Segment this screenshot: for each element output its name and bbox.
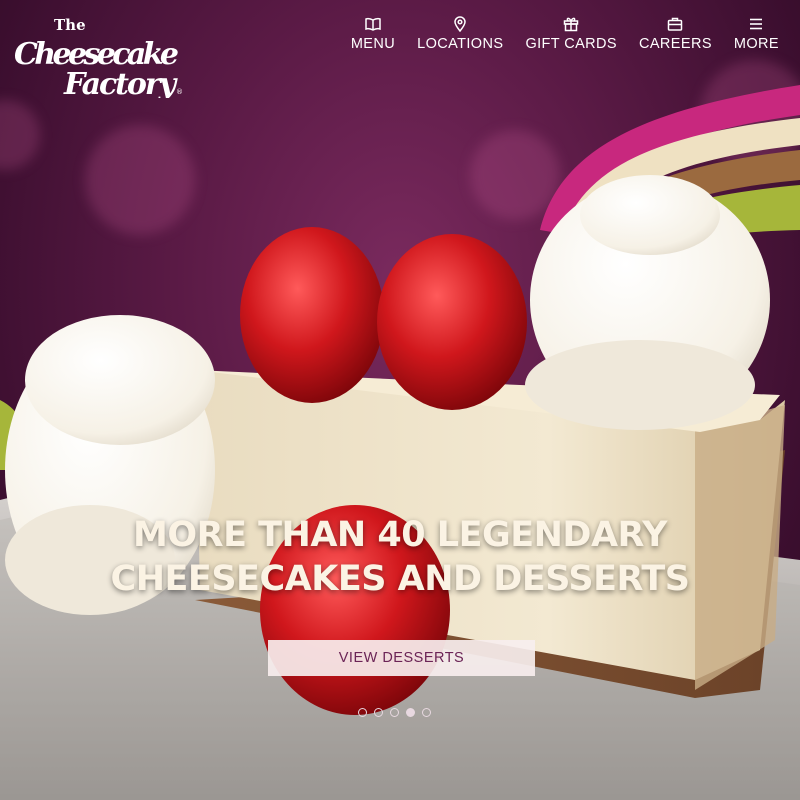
- svg-text:®: ®: [176, 88, 183, 96]
- hero-headline: MORE THAN 40 LEGENDARY CHEESECAKES AND D…: [0, 513, 800, 601]
- headline-line-2: CHEESECAKES AND DESSERTS: [110, 559, 690, 599]
- nav-gift-cards[interactable]: GIFT CARDS: [514, 16, 628, 52]
- headline-line-1: MORE THAN 40 LEGENDARY: [133, 515, 667, 555]
- nav-more[interactable]: MORE: [723, 16, 790, 52]
- main-nav: MENU LOCATIONS GIFT CARDS CAREERS MORE: [340, 16, 790, 52]
- gift-icon: [563, 17, 579, 32]
- hamburger-icon: [750, 18, 763, 30]
- carousel-dot-5[interactable]: [422, 708, 431, 717]
- cheesecake-image: [0, 85, 800, 800]
- briefcase-icon: [668, 17, 683, 31]
- view-desserts-button[interactable]: VIEW DESSERTS: [268, 640, 535, 676]
- carousel-dot-3[interactable]: [390, 708, 399, 717]
- carousel-dot-4[interactable]: [406, 708, 415, 717]
- map-pin-icon: [454, 16, 467, 32]
- nav-locations[interactable]: LOCATIONS: [406, 16, 514, 52]
- nav-careers-label: CAREERS: [638, 36, 712, 52]
- nav-more-label: MORE: [733, 36, 779, 52]
- book-icon: [365, 17, 381, 31]
- carousel-dot-1[interactable]: [358, 708, 367, 717]
- brand-logo[interactable]: The Cheesecake Factory ®: [14, 14, 184, 102]
- nav-menu[interactable]: MENU: [340, 16, 406, 52]
- carousel-dot-2[interactable]: [374, 708, 383, 717]
- carousel-dots: [358, 708, 431, 717]
- hero-banner: The Cheesecake Factory ® MENU LOCATIONS …: [0, 0, 800, 800]
- svg-text:Factory: Factory: [63, 67, 179, 98]
- nav-locations-label: LOCATIONS: [417, 36, 504, 52]
- nav-careers[interactable]: CAREERS: [628, 16, 723, 52]
- svg-text:The: The: [54, 16, 86, 34]
- nav-gift-cards-label: GIFT CARDS: [525, 36, 617, 52]
- nav-menu-label: MENU: [350, 36, 396, 52]
